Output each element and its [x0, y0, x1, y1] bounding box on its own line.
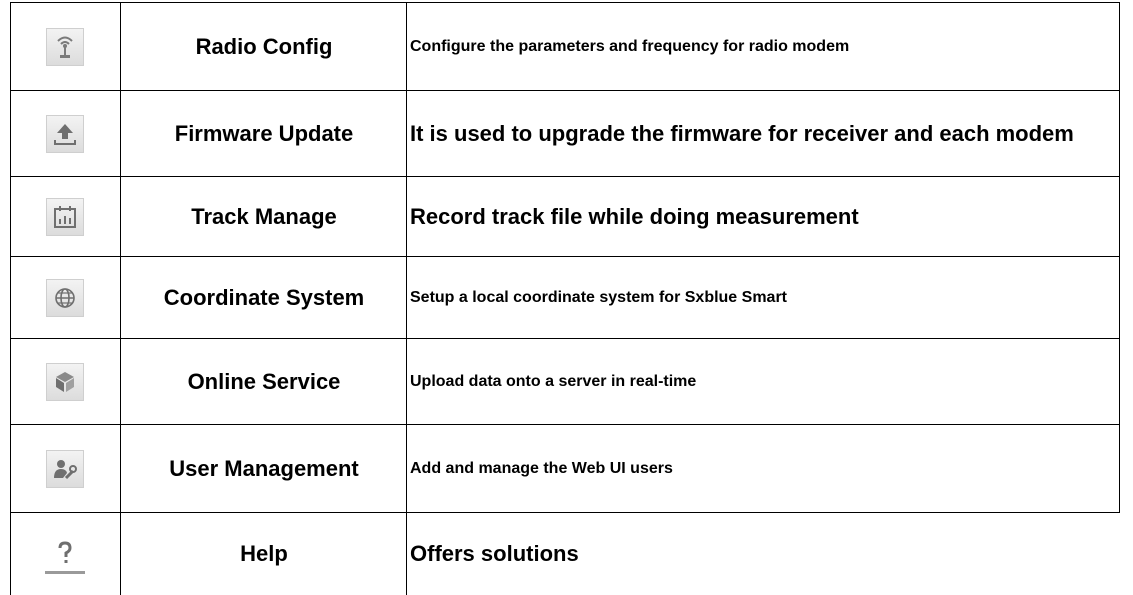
feature-table: Radio Config Configure the parameters an… — [0, 0, 1133, 595]
feature-name: Help — [240, 541, 288, 566]
feature-description-text: It is used to upgrade the firmware for r… — [410, 120, 1074, 146]
feature-description-text: Upload data onto a server in real-time — [410, 372, 697, 390]
table-row: Online Service Upload data onto a server… — [10, 339, 1120, 424]
calendar-chart-icon — [46, 197, 84, 236]
user-wrench-icon — [46, 449, 84, 488]
feature-description: Upload data onto a server in real-time — [410, 339, 1115, 424]
feature-description: Setup a local coordinate system for Sxbl… — [410, 257, 1115, 338]
globe-icon — [46, 278, 84, 317]
question-mark-icon — [45, 534, 85, 574]
icon-cell — [10, 257, 120, 338]
table-row: Firmware Update It is used to upgrade th… — [10, 91, 1120, 176]
table-row: Track Manage Record track file while doi… — [10, 177, 1120, 256]
table-row: User Management Add and manage the Web U… — [10, 425, 1120, 512]
feature-name: User Management — [169, 455, 359, 481]
feature-description-text: Record track file while doing measuremen… — [410, 203, 859, 229]
cube-icon — [46, 362, 84, 401]
icon-cell — [10, 91, 120, 176]
table-row: Help Offers solutions — [10, 513, 1120, 595]
feature-name: Online Service — [187, 368, 341, 394]
feature-name: Radio Config — [195, 33, 333, 59]
feature-description: Offers solutions — [410, 513, 1115, 595]
radio-antenna-icon — [46, 27, 84, 66]
feature-description-text: Configure the parameters and frequency f… — [410, 37, 850, 55]
feature-description-text: Setup a local coordinate system for Sxbl… — [410, 288, 787, 306]
feature-description-text: Add and manage the Web UI users — [410, 459, 673, 477]
table-row: Coordinate System Setup a local coordina… — [10, 257, 1120, 338]
icon-cell — [10, 3, 120, 90]
feature-description: Configure the parameters and frequency f… — [410, 3, 1115, 90]
feature-description-text: Offers solutions — [410, 541, 579, 567]
feature-description: Add and manage the Web UI users — [410, 425, 1115, 512]
icon-cell — [10, 177, 120, 256]
icon-cell — [10, 425, 120, 512]
feature-name: Coordinate System — [163, 284, 365, 310]
table-row: Radio Config Configure the parameters an… — [10, 3, 1120, 90]
icon-cell — [10, 513, 120, 595]
upload-arrow-icon — [46, 114, 84, 153]
feature-name: Track Manage — [191, 203, 337, 229]
icon-cell — [10, 339, 120, 424]
feature-description: Record track file while doing measuremen… — [410, 177, 1115, 256]
feature-name: Firmware Update — [174, 120, 354, 146]
feature-description: It is used to upgrade the firmware for r… — [410, 91, 1115, 176]
